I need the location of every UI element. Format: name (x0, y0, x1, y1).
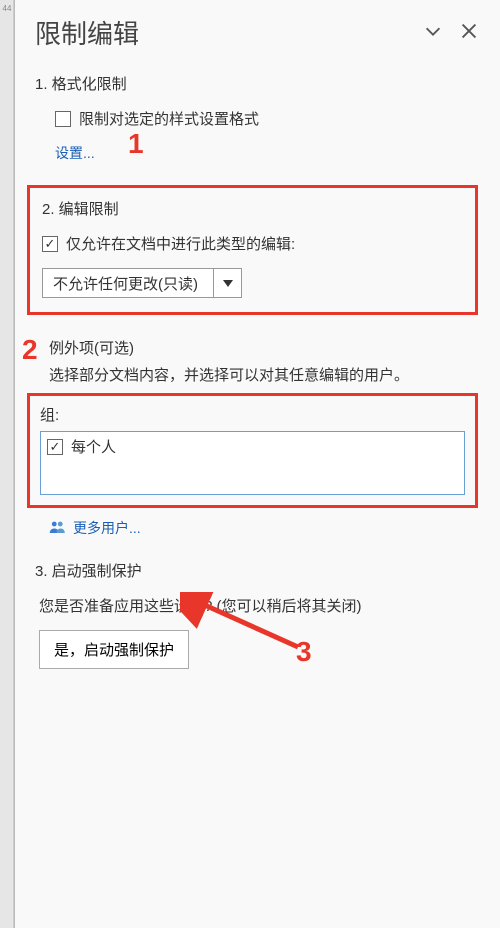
panel-controls (422, 20, 480, 45)
section3-title: 3. 启动强制保护 (35, 560, 480, 581)
groups-box: 组: ✓ 每个人 (27, 393, 478, 508)
section1-title: 1. 格式化限制 (35, 73, 480, 94)
ruler-strip: 44 (0, 0, 14, 928)
group-everyone-checkbox[interactable]: ✓ (47, 439, 63, 455)
groups-field[interactable]: ✓ 每个人 (40, 431, 465, 495)
more-users-link[interactable]: 更多用户... (73, 518, 141, 538)
groups-label: 组: (40, 404, 465, 425)
edit-type-value: 不允许任何更改(只读) (43, 269, 213, 297)
ruler-marker: 44 (0, 4, 14, 13)
panel-header: 限制编辑 (35, 14, 480, 51)
restrict-editing-panel: 限制编辑 1. 格式化限制 限制对选定的样式设置格式 设置... 2. 编辑限制… (14, 0, 500, 928)
dropdown-icon[interactable] (213, 269, 241, 297)
settings-link[interactable]: 设置... (55, 143, 95, 163)
close-icon[interactable] (458, 20, 480, 45)
more-users-row: 更多用户... (35, 518, 480, 538)
group-item-everyone: ✓ 每个人 (47, 436, 458, 457)
people-icon (49, 520, 67, 537)
exceptions-title: 例外项(可选) (49, 337, 480, 358)
chevron-down-icon[interactable] (422, 20, 444, 45)
section-editing-restrictions: 2. 编辑限制 ✓ 仅允许在文档中进行此类型的编辑: 不允许任何更改(只读) (27, 185, 478, 315)
exceptions-hint: 选择部分文档内容，并选择可以对其任意编辑的用户。 (49, 364, 480, 385)
format-limit-checkbox[interactable] (55, 111, 71, 127)
enforce-hint: 您是否准备应用这些设置? (您可以稍后将其关闭) (39, 595, 480, 616)
panel-title: 限制编辑 (35, 14, 139, 51)
edit-type-combobox[interactable]: 不允许任何更改(只读) (42, 268, 242, 298)
group-everyone-label: 每个人 (71, 436, 116, 457)
exceptions-section: 例外项(可选) 选择部分文档内容，并选择可以对其任意编辑的用户。 (35, 337, 480, 385)
start-enforcement-button[interactable]: 是，启动强制保护 (39, 630, 189, 669)
edit-limit-row: ✓ 仅允许在文档中进行此类型的编辑: (42, 233, 463, 254)
edit-limit-checkbox[interactable]: ✓ (42, 236, 58, 252)
format-limit-label: 限制对选定的样式设置格式 (79, 108, 259, 129)
section-start-enforcement: 3. 启动强制保护 您是否准备应用这些设置? (您可以稍后将其关闭) 是，启动强… (35, 560, 480, 669)
edit-limit-label: 仅允许在文档中进行此类型的编辑: (66, 233, 295, 254)
format-limit-row: 限制对选定的样式设置格式 (55, 108, 480, 129)
section-formatting-restrictions: 1. 格式化限制 限制对选定的样式设置格式 设置... (35, 73, 480, 163)
section2-title: 2. 编辑限制 (42, 198, 463, 219)
